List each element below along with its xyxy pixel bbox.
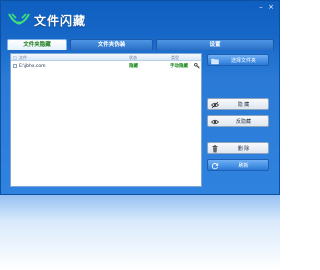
folder-icon	[211, 58, 219, 65]
unhide-button[interactable]: 反隐藏	[207, 115, 269, 127]
close-button[interactable]: ×	[267, 3, 275, 11]
select-folder-button[interactable]: 选择文件夹	[207, 54, 269, 66]
eye-icon	[211, 119, 219, 125]
trash-icon	[212, 145, 218, 153]
tab-settings[interactable]: 设置	[156, 39, 274, 50]
eye-slash-icon	[211, 101, 219, 109]
row-checkbox[interactable]	[13, 64, 17, 68]
header-status[interactable]: 状态	[129, 54, 137, 61]
row-status: 隐藏	[129, 64, 138, 69]
minimize-button[interactable]: –	[257, 3, 265, 11]
list-header: □ 文件 状态 类型	[11, 54, 201, 61]
delete-button[interactable]: 删 除	[207, 142, 269, 154]
tab-folder-disguise[interactable]: 文件夹伪装	[70, 39, 153, 50]
row-path: E:\jbhx.com	[19, 64, 46, 69]
tab-folder-hide[interactable]: 文件夹隐藏	[7, 39, 67, 50]
tab-bar: 文件夹隐藏 文件夹伪装 设置	[7, 39, 275, 50]
window-reflection	[0, 195, 280, 270]
app-window: 文件闪藏 – × 文件夹隐藏 文件夹伪装 设置 □ 文件 状态 类型 E:\jb…	[0, 0, 280, 195]
select-folder-label: 选择文件夹	[230, 58, 256, 64]
refresh-label: 刷新	[238, 163, 249, 169]
hide-label: 隐 藏	[237, 102, 250, 108]
app-logo-icon	[8, 13, 30, 25]
hidden-folder-list[interactable]: □ 文件 状态 类型 E:\jbhx.com 隐藏 手动隐藏	[10, 53, 202, 187]
hide-button[interactable]: 隐 藏	[207, 98, 269, 110]
app-title: 文件闪藏	[34, 14, 87, 28]
refresh-button[interactable]: 刷新	[207, 159, 269, 171]
header-path[interactable]: 文件	[19, 54, 27, 61]
header-check[interactable]: □	[13, 54, 17, 61]
title-bar[interactable]: 文件闪藏 – ×	[1, 1, 279, 39]
refresh-icon	[211, 163, 219, 170]
unhide-label: 反隐藏	[235, 119, 251, 125]
key-icon[interactable]	[194, 63, 200, 69]
list-item[interactable]: E:\jbhx.com 隐藏 手动隐藏	[11, 63, 201, 70]
delete-label: 删 除	[237, 146, 250, 152]
row-type: 手动隐藏	[170, 64, 188, 69]
header-type[interactable]: 类型	[171, 54, 179, 61]
